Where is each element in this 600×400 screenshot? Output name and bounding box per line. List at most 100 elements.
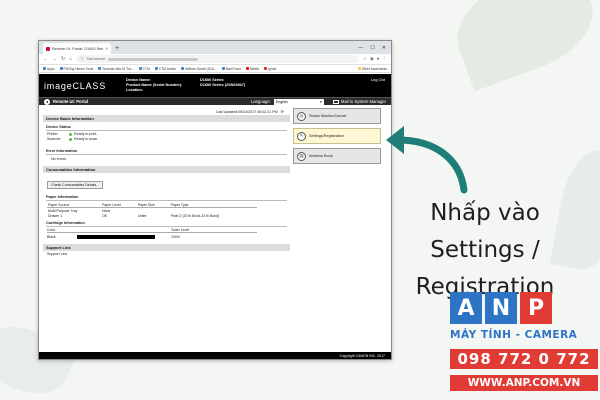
bookmark-icon xyxy=(138,67,142,70)
table-row: Drawer 1 OK Letter Plain 2 (20 lb Bond-2… xyxy=(48,213,220,218)
portal-menu: ◎ Status Monitor/Cancel ✎ Settings/Regis… xyxy=(293,108,381,168)
bookmark-item[interactable]: Scanner dlla 10 Tra... xyxy=(98,67,134,71)
toner-level-bar xyxy=(77,234,155,239)
imageclass-logo: imageCLASS xyxy=(44,80,107,91)
consumables-info-header: Consumables Information xyxy=(43,166,290,173)
canon-remote-ui-page: imageCLASS Device Name: D1600 Series Pro… xyxy=(39,74,391,359)
gmail-icon xyxy=(264,67,268,70)
menu-icon[interactable]: ⋮ xyxy=(383,56,388,62)
tab-title: Remote UI: Portal: D1600 Series xyxy=(52,46,104,51)
settings-icon: ✎ xyxy=(297,131,306,141)
refresh-icon[interactable]: ⟳ xyxy=(281,109,284,114)
address-book-button[interactable]: ▤ Address Book xyxy=(293,148,381,164)
brand-tagline: MÁY TÍNH - CAMERA xyxy=(450,329,578,341)
browser-tab[interactable]: Remote UI: Portal: D1600 Series × xyxy=(43,43,111,54)
netflix-icon xyxy=(245,67,249,70)
status-ok-icon xyxy=(69,132,72,136)
language-select[interactable]: English ▾ xyxy=(273,98,324,105)
language-label: Language: xyxy=(251,99,271,104)
maximize-button[interactable]: ☐ xyxy=(370,43,374,54)
bookmark-item[interactable]: gmail xyxy=(264,67,276,71)
bookmark-item[interactable]: Bad Proxs xyxy=(221,67,241,71)
anp-logo: A N P xyxy=(450,292,552,324)
home-icon[interactable]: ⌂ xyxy=(69,56,72,62)
tab-bar: Remote UI: Portal: D1600 Series × + — ☐ … xyxy=(39,41,391,54)
chevron-down-icon: ▾ xyxy=(320,99,322,104)
printer-status: Ready to print. xyxy=(74,132,98,136)
instruction-caption: Nhấp vào Settings / Registration xyxy=(400,195,570,306)
logo-letter: N xyxy=(485,292,517,324)
forward-icon[interactable]: → xyxy=(52,56,57,62)
bookmark-item[interactable]: CTM Admin xyxy=(154,67,176,71)
portal-bar: ◂ Remote UI: Portal Language: English ▾ … xyxy=(39,97,391,105)
bookmark-item[interactable]: PDGhg Hirnex Tools xyxy=(59,67,93,71)
main-column: Last Updated:05/24/2017 05:02:21 PM ⟳ De… xyxy=(43,108,290,257)
folder-icon xyxy=(357,67,361,70)
bookmark-item[interactable]: CTM xyxy=(138,67,150,71)
toner-level-value: 100% xyxy=(171,234,180,239)
device-info: Device Name: D1600 Series Product Name (… xyxy=(126,78,280,93)
check-consumables-button[interactable]: Check Consumables Details... xyxy=(47,181,104,189)
bookmark-icon xyxy=(98,67,102,70)
logout-link[interactable]: Log Out xyxy=(371,77,385,82)
table-row: Black 100% xyxy=(47,233,257,240)
scanner-status: Ready to scan. xyxy=(74,137,98,141)
profile-icon[interactable]: ● xyxy=(377,56,380,62)
cartridge-color: Black xyxy=(47,234,56,239)
extension-icons: ☆ ◉ ● ⋮ xyxy=(363,56,387,62)
last-updated: Last Updated:05/24/2017 05:02:21 PM ⟳ xyxy=(215,109,284,114)
info-icon: ⓘ xyxy=(80,56,85,61)
scanner-label: Scanner: xyxy=(47,137,62,141)
bookmark-icon xyxy=(154,67,158,70)
minimize-button[interactable]: — xyxy=(358,43,363,54)
paper-table: Paper Source Paper Level Paper Size Pape… xyxy=(47,202,257,218)
portal-title: Remote UI: Portal xyxy=(53,99,89,104)
pointer-arrow-icon xyxy=(386,126,468,194)
logo-letter: P xyxy=(520,292,552,324)
bookmark-item[interactable]: William Sonell (SLA... xyxy=(181,67,217,71)
back-icon[interactable]: ← xyxy=(43,56,48,62)
caption-line: Nhấp vào xyxy=(430,200,540,226)
bookmark-item[interactable]: Netflix xyxy=(245,67,259,71)
bookmark-icon xyxy=(221,67,225,70)
page-footer: Copyright CANON INC. 2017 xyxy=(39,352,391,359)
close-window-button[interactable]: ✕ xyxy=(382,43,386,54)
status-monitor-button[interactable]: ◎ Status Monitor/Cancel xyxy=(293,108,381,124)
canon-header: imageCLASS Device Name: D1600 Series Pro… xyxy=(39,74,391,97)
other-bookmarks[interactable]: Other bookmarks xyxy=(357,67,387,71)
new-tab-button[interactable]: + xyxy=(115,43,119,54)
blurred-url xyxy=(108,57,199,61)
portal-back-icon[interactable]: ◂ xyxy=(44,98,50,105)
logo-letter: A xyxy=(450,292,482,324)
device-basic-info-header: Device Basic Information xyxy=(43,115,290,122)
mail-icon xyxy=(332,99,339,104)
monitor-icon: ◎ xyxy=(297,111,306,121)
location-label: Location: xyxy=(126,88,144,92)
settings-registration-button[interactable]: ✎ Settings/Registration xyxy=(293,128,381,144)
bookmark-icon xyxy=(181,67,185,70)
window-controls: — ☐ ✕ xyxy=(358,43,391,54)
support-link-header: Support Link xyxy=(43,244,290,251)
bookmarks-bar: Apps PDGhg Hirnex Tools Scanner dlla 10 … xyxy=(39,65,391,73)
language-selector: Language: English ▾ Mail to System Manag… xyxy=(251,98,386,105)
browser-window: Remote UI: Portal: D1600 Series × + — ☐ … xyxy=(38,40,392,360)
reload-icon[interactable]: ↻ xyxy=(61,56,65,62)
mail-to-system-manager[interactable]: Mail to System Manager xyxy=(332,99,386,104)
tab-close-icon[interactable]: × xyxy=(105,46,108,51)
caption-line: Settings / xyxy=(430,237,540,263)
apps-icon xyxy=(43,67,46,70)
background-leaf xyxy=(443,0,600,92)
cartridge-table: Color Toner Level Black 100% xyxy=(47,228,257,240)
star-icon[interactable]: ☆ xyxy=(363,56,367,62)
bookmark-apps[interactable]: Apps xyxy=(43,67,55,71)
page-content: Last Updated:05/24/2017 05:02:21 PM ⟳ De… xyxy=(39,106,391,359)
bookmark-icon xyxy=(59,67,63,70)
not-secure-label: Not secure xyxy=(87,57,106,61)
cartridge-info-header: Cartridge Information xyxy=(46,221,287,227)
support-link[interactable]: Support Link xyxy=(43,251,290,257)
location-value xyxy=(200,88,280,93)
canon-favicon-icon xyxy=(46,46,50,51)
extension-icon[interactable]: ◉ xyxy=(370,56,374,62)
brand-phone: 098 772 0 772 xyxy=(450,349,598,369)
url-input[interactable]: ⓘ Not secure xyxy=(76,55,359,63)
